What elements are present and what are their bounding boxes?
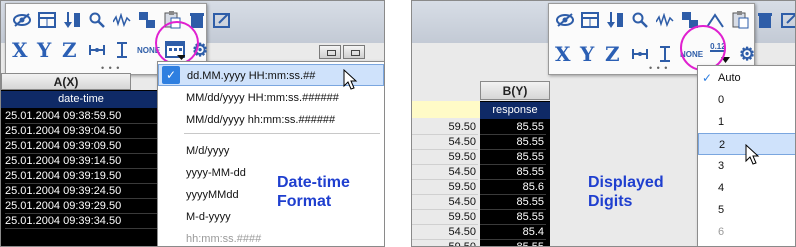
sparkline-icon[interactable] — [655, 10, 675, 30]
menu-item[interactable]: yyyyMMdd — [158, 184, 384, 206]
x-error-icon[interactable] — [87, 40, 107, 60]
column-grid-icon[interactable] — [37, 10, 57, 30]
set-x-icon[interactable]: X — [12, 38, 32, 62]
sort-down-icon[interactable] — [605, 10, 625, 30]
table-cell[interactable]: 59.50 — [412, 150, 478, 165]
long-name-cell[interactable]: date-time — [1, 91, 161, 108]
toolbar-grip[interactable]: • • • — [649, 63, 668, 73]
hide-eye-icon[interactable] — [555, 10, 575, 30]
table-cell[interactable]: 25.01.2004 09:38:59.50 — [5, 109, 157, 124]
trash-icon[interactable] — [755, 10, 775, 30]
table-cell[interactable]: 59.50 — [412, 180, 478, 195]
sort-down-icon[interactable] — [62, 10, 82, 30]
table-cell[interactable]: 85.55 — [480, 150, 546, 165]
menu-item[interactable]: M-d-yyyy — [158, 206, 384, 228]
table-cell[interactable]: 85.55 — [480, 210, 546, 225]
table-cell[interactable]: 85.55 — [480, 240, 546, 246]
table-cell[interactable]: 25.01.2004 09:39:14.50 — [5, 154, 157, 169]
menu-item[interactable]: 5 — [698, 199, 795, 221]
caption: Date-time Format — [277, 173, 350, 211]
caption-line-2: Format — [277, 193, 332, 210]
column-header-a[interactable]: A(X) — [1, 73, 131, 90]
table-cell[interactable]: 85.55 — [480, 165, 546, 180]
caption: Displayed Digits — [588, 173, 664, 211]
table-cell[interactable]: 25.01.2004 09:39:04.50 — [5, 124, 157, 139]
minimize-button[interactable] — [319, 45, 341, 59]
menu-item[interactable]: 1 — [698, 111, 795, 133]
table-cell[interactable]: 25.01.2004 09:39:19.50 — [5, 169, 157, 184]
menu-item[interactable]: Auto ✓ — [698, 67, 795, 89]
column-header-b[interactable]: B(Y) — [480, 81, 550, 100]
set-y-icon[interactable]: Y — [580, 42, 600, 66]
table-cell[interactable]: 54.50 — [412, 165, 478, 180]
set-y-icon[interactable]: Y — [37, 38, 57, 62]
window-buttons — [319, 45, 365, 59]
clipboard-icon[interactable] — [730, 10, 750, 30]
menu-item[interactable]: M/d/yyyy — [158, 140, 384, 162]
table-cell[interactable]: 85.55 — [480, 135, 546, 150]
search-icon[interactable] — [87, 10, 107, 30]
export-icon[interactable] — [780, 10, 795, 30]
mouse-cursor-icon — [343, 69, 358, 90]
right-panel-displayed-digits: X Y Z NONE 0.12 ⚙ • • • 59.50 54.50 59.50 5… — [411, 0, 796, 247]
export-icon[interactable] — [212, 10, 232, 30]
long-name-cell[interactable]: response — [480, 102, 550, 119]
menu-item[interactable]: hh:mm:ss.#### — [158, 228, 384, 246]
y-error-icon[interactable] — [655, 44, 675, 64]
menu-item[interactable]: 4 — [698, 177, 795, 199]
table-cell[interactable]: 59.50 — [412, 120, 478, 135]
caption-line-1: Displayed — [588, 174, 664, 191]
table-cell[interactable]: 25.01.2004 09:39:34.50 — [5, 214, 157, 229]
toolbar-grip[interactable]: • • • — [101, 63, 120, 73]
menu-item[interactable]: MM/dd/yyyy hh:mm:ss.###### — [158, 109, 384, 131]
checkmark-icon: ✓ — [702, 71, 713, 85]
table-cell[interactable]: 59.50 — [412, 210, 478, 225]
menu-item[interactable]: 6 — [698, 221, 795, 243]
sparkline-icon[interactable] — [112, 10, 132, 30]
menu-item[interactable]: 0 — [698, 89, 795, 111]
search-icon[interactable] — [630, 10, 650, 30]
table-cell[interactable]: 25.01.2004 09:39:24.50 — [5, 184, 157, 199]
set-z-icon[interactable]: Z — [605, 42, 625, 66]
table-cell[interactable]: 54.50 — [412, 195, 478, 210]
table-cell[interactable]: 85.55 — [480, 195, 546, 210]
table-cell[interactable]: 59.50 — [412, 240, 478, 246]
table-cell[interactable]: 54.50 — [412, 225, 478, 240]
table-cell[interactable]: 85.6 — [480, 180, 546, 195]
set-x-icon[interactable]: X — [555, 42, 575, 66]
table-cell[interactable]: 54.50 — [412, 135, 478, 150]
left-panel-date-format: X Y Z NONE ⚙ • • • A(X) date-time 25.01.… — [0, 0, 385, 247]
settings-gear-icon[interactable]: ⚙ — [737, 44, 757, 64]
y-error-icon[interactable] — [112, 40, 132, 60]
table-cell[interactable]: 25.01.2004 09:39:29.50 — [5, 199, 157, 214]
row-highlight — [412, 101, 482, 118]
highlight-circle — [155, 21, 199, 65]
restore-button[interactable] — [343, 45, 365, 59]
set-z-icon[interactable]: Z — [62, 38, 82, 62]
abc-sort-icon[interactable] — [137, 10, 157, 30]
table-cell[interactable]: 85.4 — [480, 225, 546, 240]
caption-line-1: Date-time — [277, 174, 350, 191]
caption-line-2: Digits — [588, 193, 633, 210]
menu-separator — [184, 133, 380, 134]
column-grid-icon[interactable] — [580, 10, 600, 30]
checkmark-icon: ✓ — [162, 66, 180, 84]
table-cell[interactable]: 85.55 — [480, 120, 546, 135]
mouse-cursor-icon — [745, 144, 760, 165]
hide-eye-icon[interactable] — [12, 10, 32, 30]
x-error-icon[interactable] — [630, 44, 650, 64]
menu-item[interactable]: yyyy-MM-dd — [158, 162, 384, 184]
table-cell[interactable]: 25.01.2004 09:39:09.50 — [5, 139, 157, 154]
